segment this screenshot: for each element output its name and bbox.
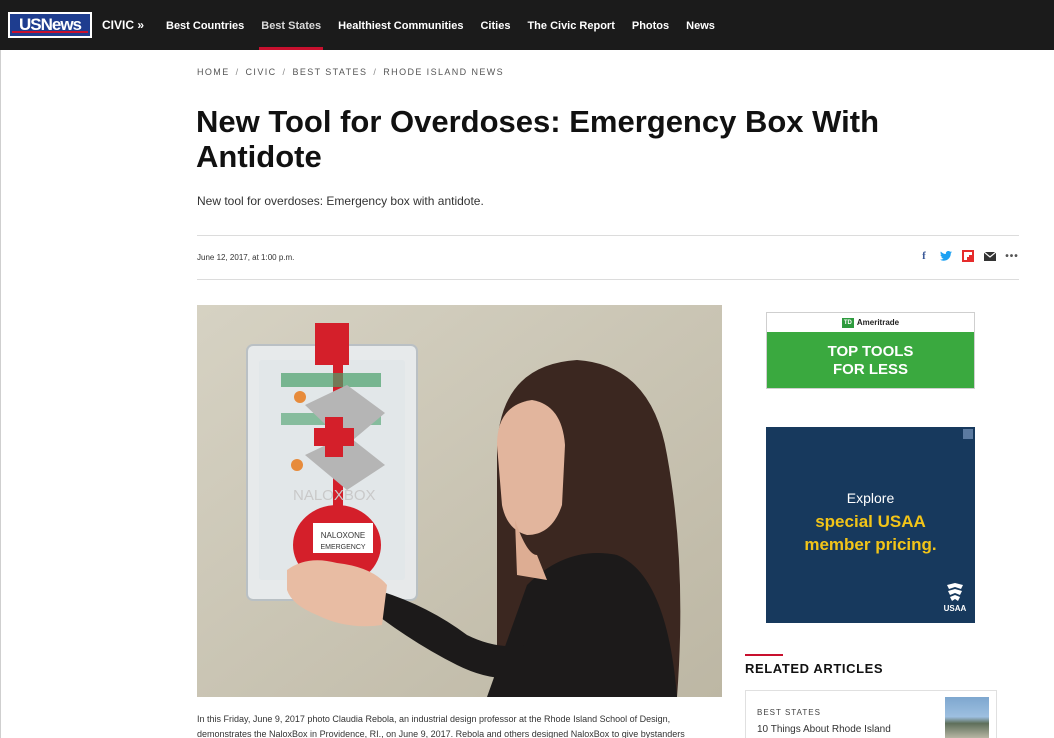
breadcrumb-best-states[interactable]: BEST STATES — [292, 67, 367, 77]
article-dek: New tool for overdoses: Emergency box wi… — [197, 194, 484, 208]
box-label: NALOXBOX — [293, 487, 376, 504]
usaa-logo: USAA — [943, 581, 967, 617]
nav-item-healthiest-communities[interactable]: Healthiest Communities — [338, 0, 463, 50]
ad1-body: TOP TOOLS FOR LESS — [767, 332, 974, 388]
related-thumbnail[interactable] — [945, 697, 989, 738]
related-accent-bar — [745, 654, 783, 656]
photo-caption: In this Friday, June 9, 2017 photo Claud… — [197, 714, 685, 738]
breadcrumb-separator: / — [373, 67, 378, 77]
logo-underline — [12, 31, 88, 33]
email-icon[interactable] — [984, 250, 996, 262]
breadcrumb-separator: / — [235, 67, 240, 77]
ad1-brand: Ameritrade — [856, 318, 900, 327]
adchoices-icon[interactable] — [963, 429, 973, 439]
top-navigation-bar: USNews CIVIC » Best Countries Best State… — [0, 0, 1054, 50]
td-ameritrade-ad[interactable]: TD Ameritrade TOP TOOLS FOR LESS — [766, 312, 975, 389]
photo-illustration: NALOXBOX NALOXONE EMERGENCY — [197, 305, 722, 697]
breadcrumb-home[interactable]: HOME — [197, 67, 230, 77]
tag-line-2: EMERGENCY — [320, 544, 365, 551]
td-logo-icon: TD — [841, 317, 854, 328]
ad2-line2: special USAA — [815, 512, 926, 531]
breadcrumb-civic[interactable]: CIVIC — [246, 67, 277, 77]
ad2-line3: member pricing. — [804, 535, 937, 554]
facebook-icon[interactable]: f — [918, 250, 930, 262]
article-headline: New Tool for Overdoses: Emergency Box Wi… — [196, 104, 879, 174]
ad1-line2: FOR LESS — [832, 361, 908, 378]
more-icon[interactable]: ••• — [1005, 250, 1018, 262]
related-articles-title: RELATED ARTICLES — [745, 661, 884, 676]
usaa-logo-text: USAA — [943, 604, 967, 613]
nav-items: Best Countries Best States Healthiest Co… — [166, 0, 732, 50]
flipboard-icon[interactable] — [962, 250, 974, 262]
ad1-header: TD Ameritrade — [767, 313, 974, 332]
nav-item-cities[interactable]: Cities — [480, 0, 510, 50]
share-toolbar: f ••• — [918, 250, 1018, 262]
related-title-link[interactable]: 10 Things About Rhode Island — [757, 724, 891, 735]
breadcrumb-rhode-island-news[interactable]: RHODE ISLAND NEWS — [383, 67, 504, 77]
usaa-ad[interactable]: Explore special USAA member pricing. USA… — [766, 427, 975, 623]
nav-item-best-countries[interactable]: Best Countries — [166, 0, 244, 50]
related-kicker: BEST STATES — [757, 708, 821, 717]
civic-section-link[interactable]: CIVIC » — [102, 18, 144, 32]
nav-item-photos[interactable]: Photos — [632, 0, 669, 50]
twitter-icon[interactable] — [940, 250, 952, 262]
article-date: June 12, 2017, at 1:00 p.m. — [197, 253, 295, 262]
nav-item-civic-report[interactable]: The Civic Report — [527, 0, 614, 50]
related-article-card[interactable]: BEST STATES 10 Things About Rhode Island — [745, 690, 997, 738]
divider-top — [197, 235, 1019, 236]
nav-item-best-states[interactable]: Best States — [259, 0, 324, 50]
breadcrumb-separator: / — [282, 67, 287, 77]
usaa-eagle-icon — [947, 583, 963, 601]
breadcrumb: HOME / CIVIC / BEST STATES / RHODE ISLAN… — [197, 67, 504, 77]
ad2-line1: Explore — [846, 490, 895, 506]
usnews-logo[interactable]: USNews — [8, 12, 92, 38]
ad1-line1: TOP TOOLS — [827, 343, 914, 360]
tag-line-1: NALOXONE — [321, 531, 365, 540]
nav-item-news[interactable]: News — [686, 0, 715, 50]
divider-bottom — [197, 279, 1019, 280]
article-photo[interactable]: NALOXBOX NALOXONE EMERGENCY — [197, 305, 722, 697]
